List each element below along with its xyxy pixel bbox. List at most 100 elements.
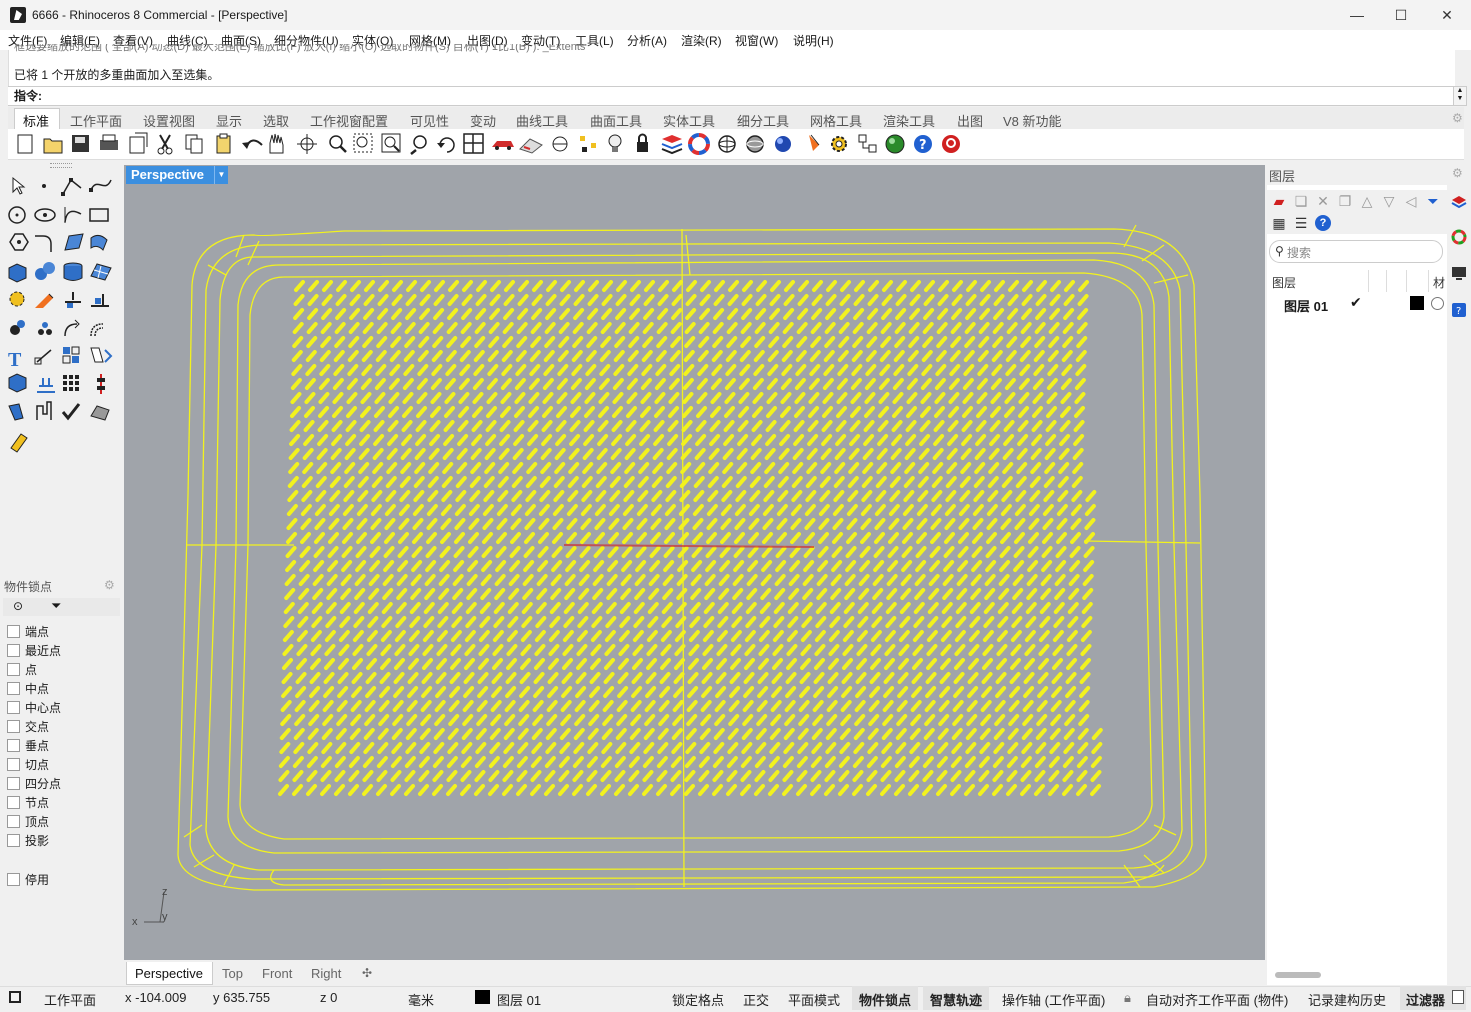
delete-layer-icon[interactable]: ✕ bbox=[1315, 193, 1331, 209]
trim-icon[interactable] bbox=[91, 294, 109, 307]
select-arrow-icon[interactable] bbox=[12, 176, 26, 195]
status-units[interactable]: 毫米 bbox=[408, 990, 434, 1009]
status-current-layer[interactable]: 图层 01 bbox=[497, 990, 541, 1009]
rotate-view-icon[interactable] bbox=[297, 134, 317, 154]
tab-viewport-layout[interactable]: 工作视窗配置 bbox=[310, 111, 388, 130]
point-icon[interactable] bbox=[42, 184, 46, 188]
maximize-button[interactable]: ☐ bbox=[1378, 0, 1424, 30]
transform-icon[interactable] bbox=[36, 401, 52, 420]
osnap-checkbox[interactable] bbox=[7, 682, 20, 695]
align-icon[interactable] bbox=[97, 374, 105, 394]
panel-toggle-icon[interactable] bbox=[9, 991, 21, 1003]
open-file-icon[interactable] bbox=[43, 138, 63, 154]
boolean-icon[interactable] bbox=[35, 293, 54, 308]
tab-set-view[interactable]: 设置视图 bbox=[143, 111, 195, 130]
offset-icon[interactable] bbox=[90, 323, 104, 337]
duplicate-layer-icon[interactable]: ❐ bbox=[1337, 193, 1353, 209]
split-icon[interactable] bbox=[65, 292, 81, 308]
osnap-checkbox[interactable] bbox=[7, 777, 20, 790]
status-auto-cplane[interactable]: 自动对齐工作平面 (物件) bbox=[1146, 990, 1288, 1009]
polyline-icon[interactable] bbox=[61, 178, 82, 196]
check-icon[interactable] bbox=[61, 403, 81, 421]
tab-drafting[interactable]: 出图 bbox=[957, 111, 983, 130]
explode-icon[interactable] bbox=[9, 291, 25, 307]
sphere-icon[interactable] bbox=[35, 262, 55, 280]
tab-curve-tools[interactable]: 曲线工具 bbox=[516, 111, 568, 130]
new-layer-icon[interactable]: ▰ bbox=[1271, 193, 1287, 209]
ellipse-icon[interactable] bbox=[34, 208, 56, 222]
pan-icon[interactable] bbox=[269, 133, 284, 154]
osnap-checkbox[interactable] bbox=[7, 815, 20, 828]
zoom-selected-icon[interactable] bbox=[410, 135, 427, 155]
layers-settings-gear-icon[interactable]: ⚙ bbox=[1452, 166, 1463, 180]
grid-icon[interactable] bbox=[63, 375, 79, 391]
viewport-title[interactable]: Perspective bbox=[131, 167, 204, 182]
tab-display[interactable]: 显示 bbox=[216, 111, 242, 130]
tab-select[interactable]: 选取 bbox=[263, 111, 289, 130]
status-cplane[interactable]: 工作平面 bbox=[44, 990, 96, 1009]
status-ortho[interactable]: 正交 bbox=[743, 990, 769, 1009]
viewport-tab-top[interactable]: Top bbox=[222, 966, 243, 981]
current-layer-check-icon[interactable]: ✔ bbox=[1350, 294, 1362, 311]
copy-icon[interactable] bbox=[185, 134, 203, 154]
layer-filter-icon[interactable]: ⏷ bbox=[1425, 193, 1441, 209]
osnap-settings-gear-icon[interactable]: ⚙ bbox=[104, 578, 115, 592]
solid-tools-icon[interactable] bbox=[8, 373, 27, 393]
save-icon[interactable] bbox=[72, 135, 89, 152]
surface-tools-icon[interactable] bbox=[90, 234, 108, 251]
layer-help-icon[interactable]: ? bbox=[1315, 215, 1331, 231]
command-input[interactable] bbox=[8, 86, 1454, 106]
layer-list-view-icon[interactable]: ☰ bbox=[1293, 215, 1309, 231]
layers-horizontal-scrollbar[interactable] bbox=[1275, 972, 1321, 978]
dimension-icon[interactable] bbox=[34, 349, 52, 365]
display-tab-icon[interactable] bbox=[1452, 267, 1466, 280]
rotate-icon[interactable] bbox=[64, 319, 80, 337]
new-file-icon[interactable] bbox=[17, 134, 33, 154]
menu-render[interactable]: 渲染(R) bbox=[681, 32, 722, 49]
tab-surface-tools[interactable]: 曲面工具 bbox=[590, 111, 642, 130]
light-icon[interactable] bbox=[608, 134, 622, 152]
zoom-extents-icon[interactable] bbox=[381, 133, 401, 153]
layer-column-material[interactable]: 材 bbox=[1433, 274, 1445, 291]
tab-solid-tools[interactable]: 实体工具 bbox=[663, 111, 715, 130]
array-icon[interactable] bbox=[62, 346, 80, 364]
layer-material-icon[interactable] bbox=[1431, 297, 1444, 310]
paste-icon[interactable] bbox=[216, 133, 231, 154]
arc-icon[interactable] bbox=[64, 207, 82, 223]
cylinder-icon[interactable] bbox=[63, 262, 83, 281]
osnap-checkbox[interactable] bbox=[7, 644, 20, 657]
tab-standard[interactable]: 标准 bbox=[23, 111, 49, 130]
move-layer-up-icon[interactable]: △ bbox=[1359, 193, 1375, 209]
tab-visibility[interactable]: 可见性 bbox=[410, 111, 449, 130]
toolbar-settings-gear-icon[interactable]: ⚙ bbox=[1452, 111, 1463, 125]
toolbar-menu-icon[interactable] bbox=[942, 135, 960, 153]
color-wheel-icon[interactable] bbox=[688, 133, 710, 155]
mesh-icon[interactable] bbox=[90, 263, 112, 281]
surface-icon[interactable] bbox=[64, 233, 84, 251]
layer-row-name[interactable]: 图层 01 bbox=[1284, 296, 1328, 315]
zoom-window-icon[interactable] bbox=[329, 135, 347, 153]
status-record-history[interactable]: 记录建构历史 bbox=[1308, 990, 1386, 1009]
tab-mesh-tools[interactable]: 网格工具 bbox=[810, 111, 862, 130]
sphere-shaded-icon[interactable] bbox=[746, 135, 764, 153]
zoom-dynamic-icon[interactable] bbox=[353, 133, 373, 153]
layer-icon[interactable] bbox=[661, 135, 683, 155]
lock-icon[interactable] bbox=[637, 133, 648, 153]
car-icon[interactable] bbox=[492, 141, 514, 150]
tab-render-tools[interactable]: 渲染工具 bbox=[883, 111, 935, 130]
osnap-checkbox[interactable] bbox=[7, 796, 20, 809]
circle-icon[interactable] bbox=[8, 206, 26, 224]
osnap-checkbox[interactable] bbox=[7, 625, 20, 638]
help-tab-icon[interactable]: ? bbox=[1452, 303, 1466, 317]
close-button[interactable]: ✕ bbox=[1424, 0, 1470, 30]
viewport-tab-front[interactable]: Front bbox=[262, 966, 292, 981]
osnap-filter-icon[interactable]: ⏷ bbox=[51, 598, 61, 614]
osnap-checkbox[interactable] bbox=[7, 663, 20, 676]
status-filter[interactable]: 过滤器 bbox=[1406, 990, 1445, 1009]
move-layer-down-icon[interactable]: ▽ bbox=[1381, 193, 1397, 209]
osnap-checkbox[interactable] bbox=[7, 758, 20, 771]
sphere-wireframe-icon[interactable] bbox=[718, 135, 736, 153]
block-icon[interactable] bbox=[858, 134, 877, 153]
color-tab-icon[interactable] bbox=[1451, 229, 1467, 245]
cut-icon[interactable] bbox=[157, 134, 173, 155]
